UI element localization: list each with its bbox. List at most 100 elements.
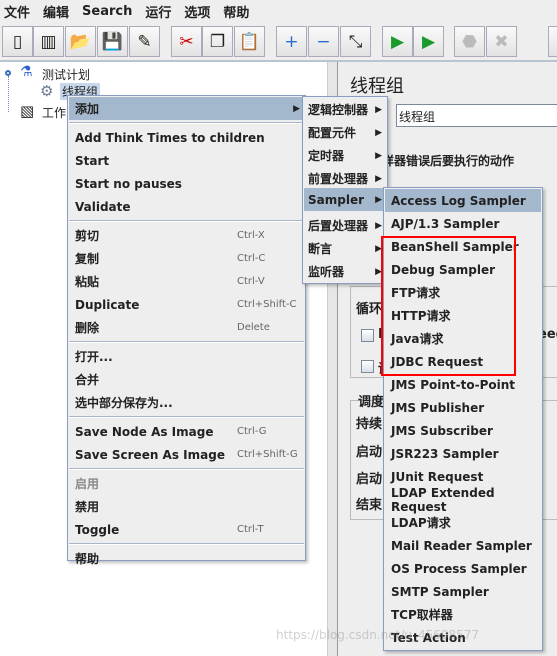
start-time-label: 启动 xyxy=(356,472,383,487)
context-menu-item-选中部分保存为[interactable]: 选中部分保存为... xyxy=(69,391,304,414)
collapse-button[interactable]: − xyxy=(308,26,339,57)
add-submenu-item-前置处理器[interactable]: 前置处理器 ▶ xyxy=(304,167,386,190)
sampler-item-jms-publisher[interactable]: JMS Publisher xyxy=(385,396,541,419)
new-button[interactable]: ▯ xyxy=(2,26,33,57)
add-submenu-item-逻辑控制器[interactable]: 逻辑控制器 ▶ xyxy=(304,98,386,121)
context-menu-item-toggle[interactable]: Toggle Ctrl-T xyxy=(69,518,304,541)
open-button[interactable]: 📂 xyxy=(65,26,96,57)
menu-帮助[interactable]: 帮助 xyxy=(223,2,249,21)
sampler-item-os-process-sampler[interactable]: OS Process Sampler xyxy=(385,557,541,580)
context-menu-item-打开[interactable]: 打开... xyxy=(69,345,304,368)
toggle-button[interactable]: ⤡ xyxy=(340,26,371,57)
shortcut-label: Ctrl-C xyxy=(237,253,266,264)
open-icon: 📂 xyxy=(69,31,92,52)
menu-item-label: Sampler xyxy=(308,192,365,207)
context-menu-item-合并[interactable]: 合并 xyxy=(69,368,304,391)
menubar: 文件 编辑 Search 运行 选项 帮助 xyxy=(0,0,557,22)
submenu-arrow-icon: ▶ xyxy=(375,150,382,161)
shortcut-label: Delete xyxy=(237,322,270,333)
context-menu-item-帮助[interactable]: 帮助 xyxy=(69,547,304,570)
start-no-pauses-icon: ▶ xyxy=(421,31,436,52)
paste-button[interactable]: 📋 xyxy=(234,26,265,57)
sampler-item-jms-subscriber[interactable]: JMS Subscriber xyxy=(385,419,541,442)
sampler-item-ajp-1-3-sampler[interactable]: AJP/1.3 Sampler xyxy=(385,212,541,235)
menu-item-label: 监听器 xyxy=(308,265,345,279)
context-menu-item-启用: 启用 xyxy=(69,472,304,495)
context-menu-item-validate[interactable]: Validate xyxy=(69,195,304,218)
add-submenu-item-后置处理器[interactable]: 后置处理器 ▶ xyxy=(304,214,386,237)
sampler-item-jms-point-to-point[interactable]: JMS Point-to-Point xyxy=(385,373,541,396)
sampler-item-ldap-extended-request[interactable]: LDAP Extended Request xyxy=(385,486,541,514)
menu-item-label: Start no pauses xyxy=(75,176,182,191)
sampler-item-ldap请求[interactable]: LDAP请求 xyxy=(385,511,541,534)
menu-item-label: Start xyxy=(75,153,110,168)
menu-item-label: 配置元件 xyxy=(308,126,357,140)
add-submenu-item-配置元件[interactable]: 配置元件 ▶ xyxy=(304,121,386,144)
menu-separator xyxy=(69,416,304,418)
menu-编辑[interactable]: 编辑 xyxy=(43,2,69,21)
start-button[interactable]: ▶ xyxy=(382,26,413,57)
shutdown-button[interactable]: ✖ xyxy=(486,26,517,57)
toolbar-overflow-button[interactable] xyxy=(548,26,557,57)
menu-item-label: Duplicate xyxy=(75,297,140,312)
context-menu-item-删除[interactable]: 删除 Delete xyxy=(69,316,304,339)
menu-item-label: Validate xyxy=(75,199,131,214)
add-submenu-item-断言[interactable]: 断言 ▶ xyxy=(304,237,386,260)
menu-search[interactable]: Search xyxy=(82,4,132,19)
duration-label: 持续 xyxy=(356,417,383,432)
stop-button[interactable]: ⬣ xyxy=(454,26,485,57)
context-menu-item-add-think-times-to-children[interactable]: Add Think Times to children xyxy=(69,126,304,149)
submenu-arrow-icon: ▶ xyxy=(375,173,382,184)
menu-item-label: Save Node As Image xyxy=(75,424,214,439)
cut-button[interactable]: ✂ xyxy=(171,26,202,57)
add-submenu-item-定时器[interactable]: 定时器 ▶ xyxy=(304,144,386,167)
menu-item-label: 复制 xyxy=(75,252,100,266)
shortcut-label: Ctrl-G xyxy=(237,426,267,437)
context-menu-item-duplicate[interactable]: Duplicate Ctrl+Shift-C xyxy=(69,293,304,316)
end-time-label: 结束 xyxy=(356,498,383,513)
menu-item-label: 启用 xyxy=(75,477,100,491)
name-input[interactable]: 线程组 xyxy=(396,104,557,127)
menu-item-label: 禁用 xyxy=(75,500,100,514)
copy-button[interactable]: ❐ xyxy=(202,26,233,57)
context-menu-item-添加[interactable]: 添加 ▶ xyxy=(69,97,304,120)
workbench-icon: ▧ xyxy=(20,102,35,120)
context-menu-item-禁用[interactable]: 禁用 xyxy=(69,495,304,518)
sampler-item-smtp-sampler[interactable]: SMTP Sampler xyxy=(385,580,541,603)
menu-item-label: Add Think Times to children xyxy=(75,130,265,145)
menu-文件[interactable]: 文件 xyxy=(4,2,30,21)
save-button[interactable]: 💾 xyxy=(97,26,128,57)
sampler-item-mail-reader-sampler[interactable]: Mail Reader Sampler xyxy=(385,534,541,557)
context-menu-item-save-node-as-image[interactable]: Save Node As Image Ctrl-G xyxy=(69,420,304,443)
sampler-item-tcp取样器[interactable]: TCP取样器 xyxy=(385,603,541,626)
add-submenu-item-sampler[interactable]: Sampler ▶ xyxy=(304,188,386,211)
menu-item-label: 剪切 xyxy=(75,229,100,243)
sampler-item-access-log-sampler[interactable]: Access Log Sampler xyxy=(385,189,541,212)
add-submenu-item-监听器[interactable]: 监听器 ▶ xyxy=(304,260,386,283)
thread-group-gear-icon: ⚙ xyxy=(40,82,54,100)
menu-运行[interactable]: 运行 xyxy=(145,2,171,21)
save-icon: 💾 xyxy=(101,31,124,52)
context-menu-item-粘贴[interactable]: 粘贴 Ctrl-V xyxy=(69,270,304,293)
menu-item-label: 定时器 xyxy=(308,149,345,163)
context-menu-item-复制[interactable]: 复制 Ctrl-C xyxy=(69,247,304,270)
start-no-pauses-button[interactable]: ▶ xyxy=(413,26,444,57)
delay-thread-checkbox[interactable] xyxy=(361,329,374,342)
templates-button[interactable]: ▥ xyxy=(33,26,64,57)
panel-title: 线程组 xyxy=(350,76,404,97)
context-menu-item-save-screen-as-image[interactable]: Save Screen As Image Ctrl+Shift-G xyxy=(69,443,304,466)
tree-item-test-plan[interactable]: 测试计划 xyxy=(42,66,90,83)
context-menu-item-剪切[interactable]: 剪切 Ctrl-X xyxy=(69,224,304,247)
menu-item-label: 打开... xyxy=(75,350,113,364)
scheduler-checkbox[interactable] xyxy=(361,360,374,373)
collapse-icon: − xyxy=(316,31,331,52)
save-as-button[interactable]: ✎ xyxy=(129,26,160,57)
context-menu-item-start[interactable]: Start xyxy=(69,149,304,172)
templates-icon: ▥ xyxy=(40,31,57,52)
menu-item-label: 断言 xyxy=(308,242,333,256)
expand-button[interactable]: + xyxy=(276,26,307,57)
sampler-item-jsr223-sampler[interactable]: JSR223 Sampler xyxy=(385,442,541,465)
context-menu-item-start-no-pauses[interactable]: Start no pauses xyxy=(69,172,304,195)
cut-icon: ✂ xyxy=(179,31,194,52)
menu-选项[interactable]: 选项 xyxy=(184,2,210,21)
